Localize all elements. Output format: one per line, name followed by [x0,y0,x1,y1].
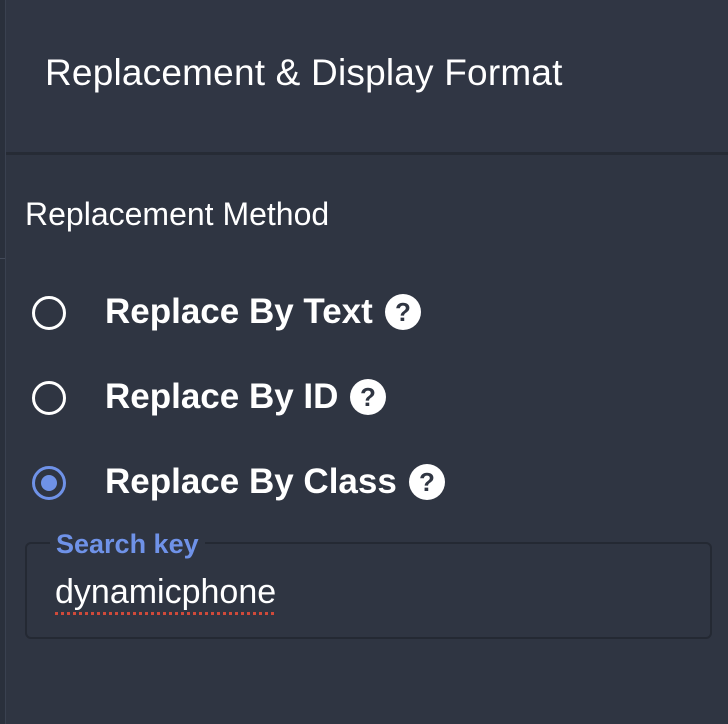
search-key-input[interactable]: dynamicphone [55,571,276,613]
help-icon[interactable]: ? [384,294,421,330]
radio-button-unchecked[interactable] [32,381,66,415]
replacement-method-heading: Replacement Method [25,196,330,232]
svg-text:?: ? [395,297,411,327]
radio-label-text: Replace By ID [105,377,339,416]
svg-text:?: ? [419,467,435,497]
radio-label-replace-by-text[interactable]: Replace By Text ? [105,290,421,334]
radio-selected-dot [41,475,57,491]
radio-label-text: Replace By Class [105,462,397,501]
svg-text:?: ? [360,382,376,412]
help-icon[interactable]: ? [350,379,387,415]
radio-option-replace-by-text[interactable]: Replace By Text ? [32,290,712,334]
radio-label-replace-by-id[interactable]: Replace By ID ? [105,375,387,419]
radio-button-checked[interactable] [32,466,66,500]
panel-title: Replacement & Display Format [45,52,563,93]
search-key-label: Search key [50,527,205,561]
help-icon[interactable]: ? [408,464,445,500]
panel-header: Replacement & Display Format [6,0,728,155]
radio-button-unchecked[interactable] [32,296,66,330]
radio-label-replace-by-class[interactable]: Replace By Class ? [105,460,445,504]
radio-label-text: Replace By Text [105,292,373,331]
radio-option-replace-by-class[interactable]: Replace By Class ? [32,460,712,504]
radio-option-replace-by-id[interactable]: Replace By ID ? [32,375,712,419]
left-panel-divider [0,258,5,259]
search-key-field[interactable]: Search key dynamicphone [25,527,712,639]
